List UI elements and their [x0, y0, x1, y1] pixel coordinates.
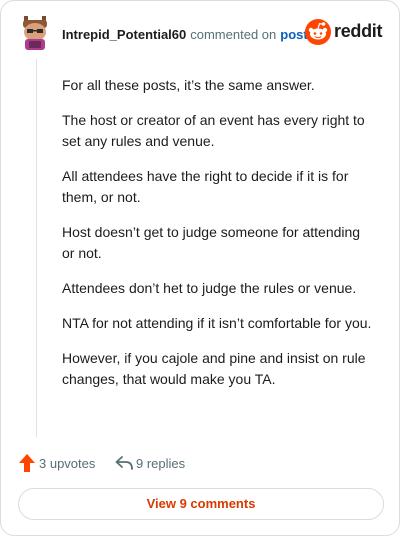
username-link[interactable]: Intrepid_Potential60 — [62, 27, 186, 42]
comment-paragraph: For all these posts, it’s the same answe… — [62, 77, 315, 93]
upvote-arrow-icon[interactable] — [19, 454, 35, 472]
view-comments-button[interactable]: View 9 comments — [18, 488, 384, 520]
byline: Intrepid_Potential60 commented on post — [62, 27, 308, 42]
comment-paragraph: NTA for not attending if it isn’t comfor… — [62, 315, 372, 331]
avatar[interactable] — [19, 15, 51, 51]
comment-paragraph: However, if you cajole and pine and insi… — [62, 350, 366, 387]
action-text: commented on — [190, 27, 277, 42]
comment-body: For all these posts, it’s the same answe… — [62, 75, 372, 404]
comment-paragraph: All attendees have the right to decide i… — [62, 168, 349, 205]
upvote-count[interactable]: 3 upvotes — [39, 456, 95, 471]
comment-card: Intrepid_Potential60 commented on post red… — [0, 0, 400, 536]
reddit-brand[interactable]: reddit — [305, 19, 383, 45]
post-link[interactable]: post — [280, 27, 307, 42]
thread-line — [36, 59, 37, 437]
reddit-logo-icon — [305, 19, 331, 45]
comment-paragraph: Attendees don’t het to judge the rules o… — [62, 280, 357, 296]
reddit-wordmark: reddit — [334, 21, 383, 41]
comment-actions: 3 upvotes 9 replies — [19, 453, 319, 475]
comment-paragraph: The host or creator of an event has ever… — [62, 112, 365, 149]
comment-header: Intrepid_Potential60 commented on post red… — [19, 15, 383, 51]
comment-paragraph: Host doesn’t get to judge someone for at… — [62, 224, 361, 261]
reply-arrow-icon[interactable] — [115, 455, 133, 471]
reply-count[interactable]: 9 replies — [136, 456, 185, 471]
